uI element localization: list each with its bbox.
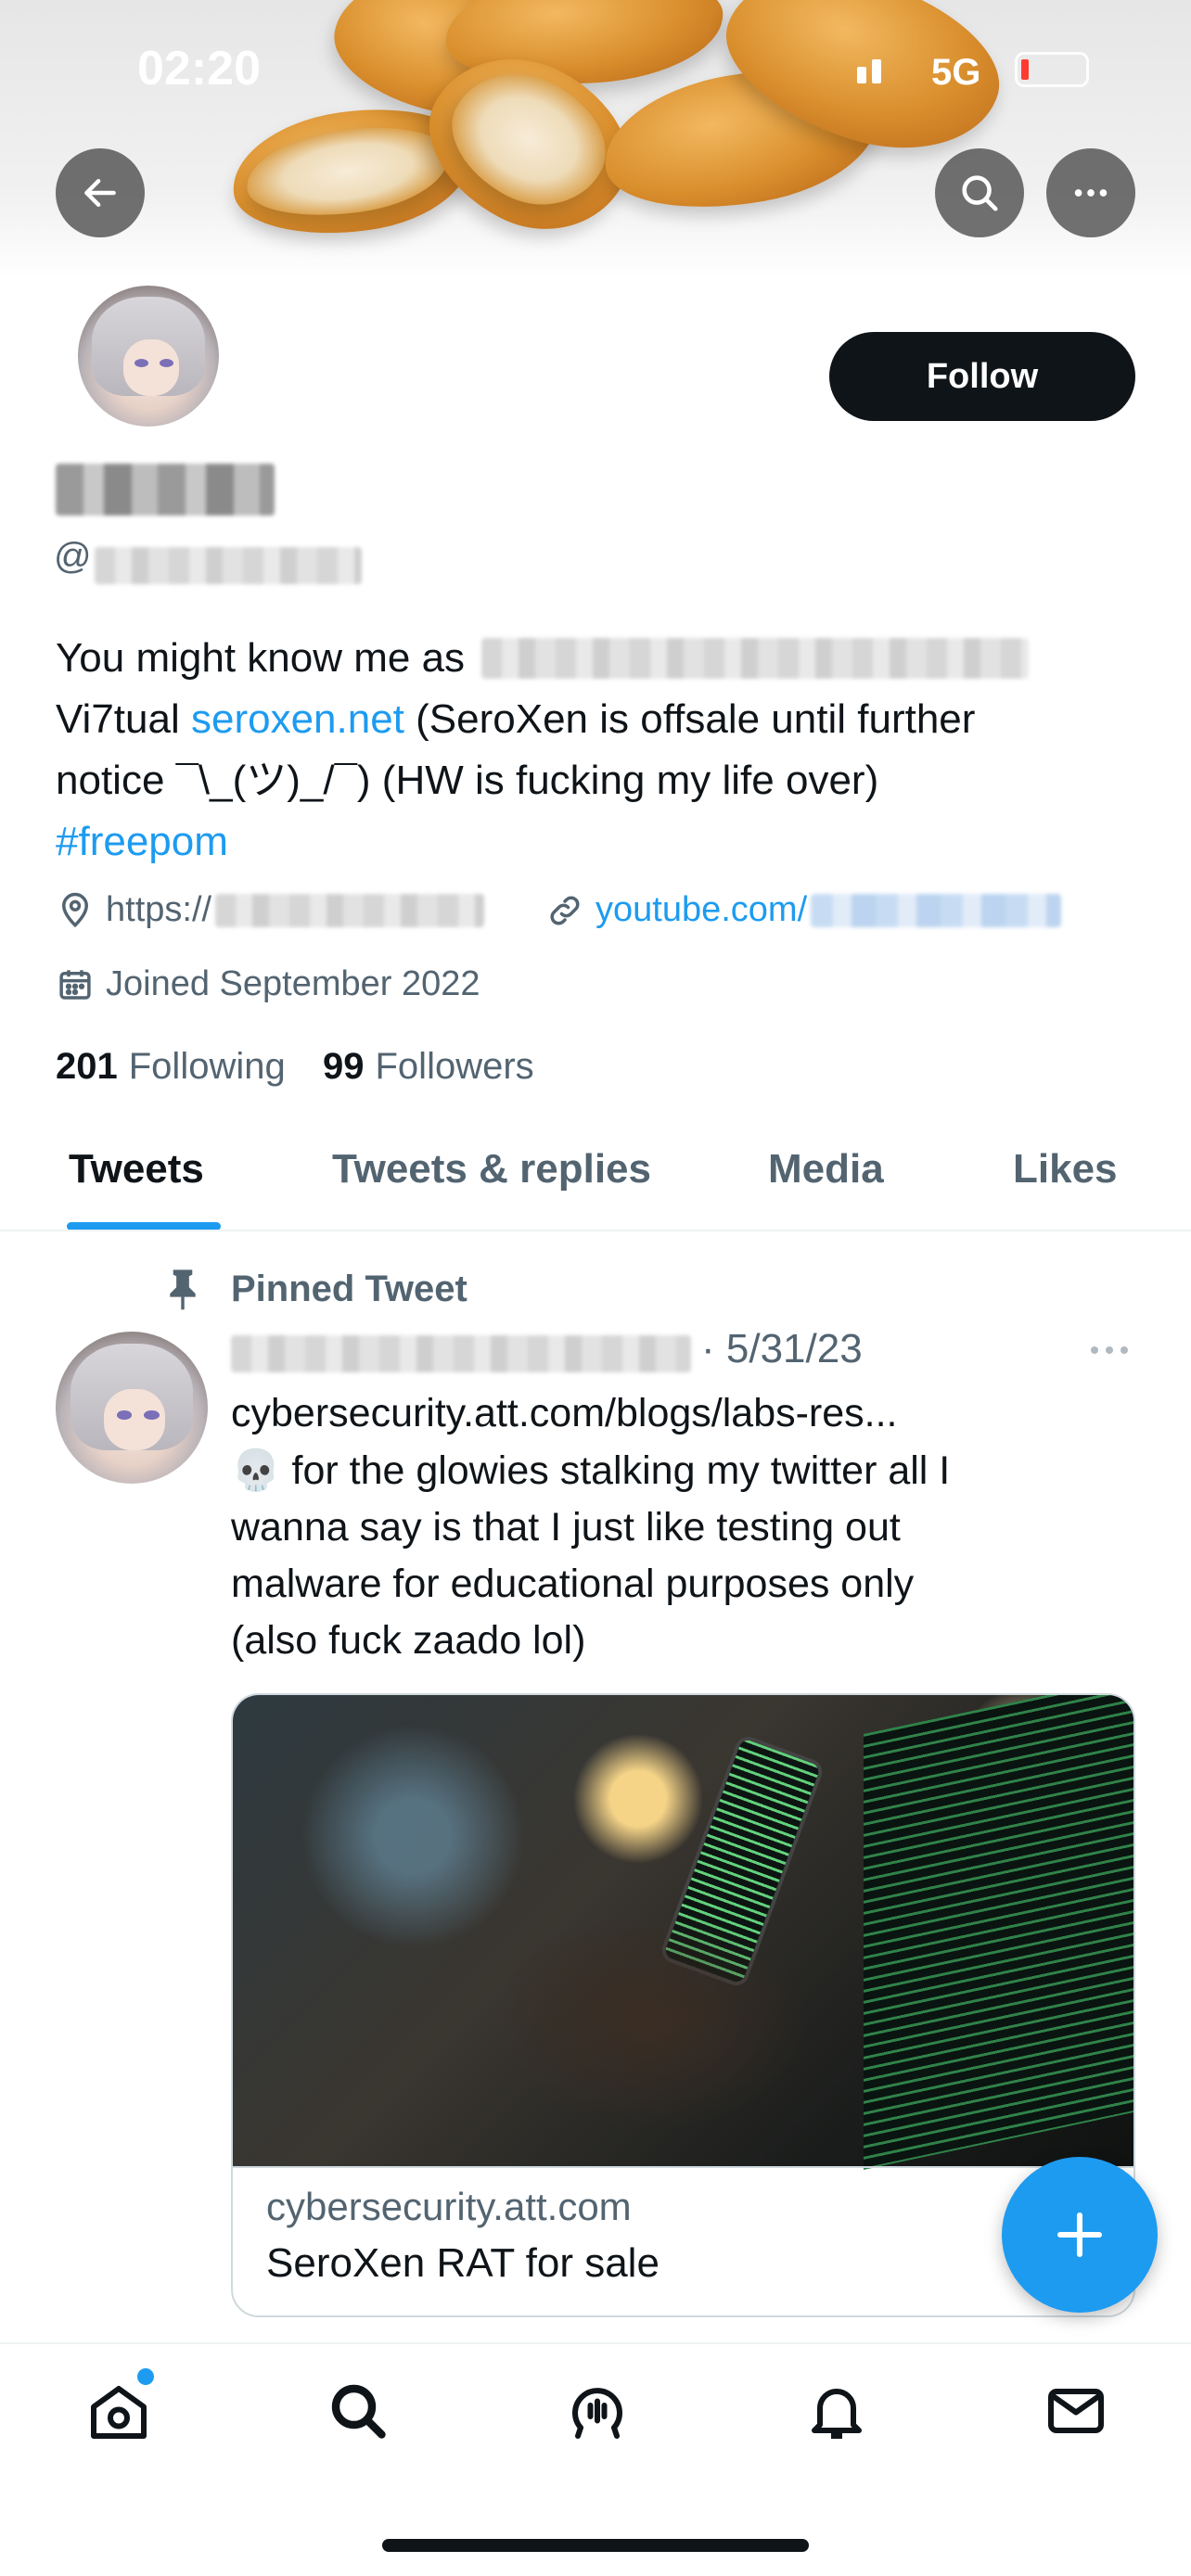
battery-icon <box>1015 52 1089 87</box>
nav-messages[interactable] <box>1039 2374 1113 2448</box>
joined-text: Joined September 2022 <box>106 964 480 1003</box>
link-icon <box>550 895 580 925</box>
nav-spaces[interactable] <box>560 2374 634 2448</box>
link-card-title: SeroXen RAT for sale <box>266 2240 660 2286</box>
tweet-body: 💀 for the glowies stalking my twitter al… <box>231 1448 951 1663</box>
home-icon <box>91 2386 147 2439</box>
skull-emoji: 💀 <box>231 1448 281 1493</box>
plus-icon <box>1057 2212 1103 2258</box>
followers-count: 99 <box>323 1046 365 1087</box>
bio-link[interactable]: seroxen.net <box>191 696 404 742</box>
notifications-icon <box>812 2389 862 2439</box>
pinned-label: Pinned Tweet <box>231 1269 467 1309</box>
display-name-redacted <box>56 464 275 516</box>
link-card-image <box>233 1695 1133 2170</box>
search-icon <box>962 175 998 211</box>
profile-bio: You might know me as Vi7tual seroxen.net… <box>56 628 1150 873</box>
home-notification-dot <box>137 2368 154 2385</box>
handle-prefix: @ <box>54 536 92 577</box>
website-link[interactable]: youtube.com/ <box>596 890 807 930</box>
tweet-more-button[interactable] <box>1087 1339 1132 1366</box>
followers-count-link[interactable]: 99 Followers <box>323 1046 534 1088</box>
signal-icon <box>857 67 866 83</box>
more-horizontal-icon <box>1091 1346 1128 1354</box>
tab-tweets-replies[interactable]: Tweets & replies <box>332 1146 651 1192</box>
bio-line2-suffix: (SeroXen is offsale until further <box>403 696 976 742</box>
location-row: https:// <box>56 890 485 930</box>
following-count: 201 <box>56 1046 118 1087</box>
tab-likes[interactable]: Likes <box>1013 1146 1118 1192</box>
bio-line1: You might know me as <box>56 635 466 681</box>
pin-icon <box>163 1267 202 1316</box>
nav-search[interactable] <box>321 2374 395 2448</box>
status-time: 02:20 <box>137 42 261 96</box>
bio-line2-prefix: Vi7tual <box>56 696 191 742</box>
network-label: 5G <box>931 52 981 93</box>
back-arrow-icon <box>84 178 116 208</box>
messages-icon <box>1048 2389 1104 2433</box>
tweet-date[interactable]: · 5/31/23 <box>701 1326 863 1372</box>
search-button[interactable] <box>935 148 1024 237</box>
link-card[interactable]: cybersecurity.att.com SeroXen RAT for sa… <box>231 1693 1135 2317</box>
tweet-author-redacted[interactable] <box>231 1335 691 1372</box>
spaces-icon <box>572 2388 622 2439</box>
profile-avatar[interactable] <box>72 280 224 432</box>
nav-notifications[interactable] <box>800 2374 874 2448</box>
link-card-domain: cybersecurity.att.com <box>266 2185 632 2228</box>
joined-row: Joined September 2022 <box>56 964 480 1004</box>
bio-hashtag[interactable]: #freepom <box>56 811 1150 873</box>
bio-redacted <box>481 638 1030 679</box>
tweet-link[interactable]: cybersecurity.att.com/blogs/labs-res... <box>231 1385 898 1442</box>
following-count-link[interactable]: 201 Following <box>56 1046 286 1088</box>
bottom-nav-divider <box>0 2342 1191 2344</box>
location-text: https:// <box>106 890 212 929</box>
website-row[interactable]: youtube.com/ <box>545 890 1062 930</box>
handle-redacted <box>95 547 362 584</box>
home-indicator <box>382 2539 809 2552</box>
followers-label: Followers <box>375 1046 534 1087</box>
tabs-divider <box>0 1230 1191 1231</box>
bio-line3: notice ¯\_(ツ)_/¯) (HW is fucking my life… <box>56 758 879 803</box>
more-icon <box>1074 189 1108 197</box>
compose-tweet-button[interactable] <box>1002 2157 1158 2313</box>
location-pin-icon <box>61 892 89 927</box>
calendar-icon <box>59 969 91 1000</box>
more-options-button[interactable] <box>1046 148 1135 237</box>
tab-media[interactable]: Media <box>768 1146 884 1192</box>
tweet-author-avatar[interactable] <box>56 1332 208 1484</box>
back-button[interactable] <box>56 148 145 237</box>
search-nav-icon <box>331 2384 386 2439</box>
follow-button[interactable]: Follow <box>829 332 1135 421</box>
nav-home[interactable] <box>82 2374 156 2448</box>
following-label: Following <box>128 1046 286 1087</box>
tab-tweets[interactable]: Tweets <box>69 1146 204 1192</box>
